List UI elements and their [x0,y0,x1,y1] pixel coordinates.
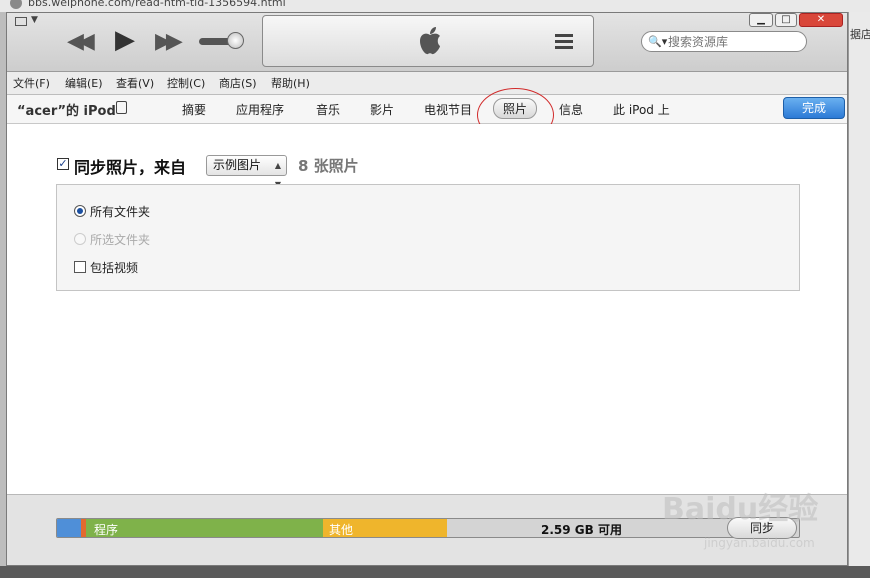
capacity-segment-audio [57,519,81,537]
search-box[interactable]: 🔍▾ [641,31,807,52]
list-view-icon[interactable] [555,34,573,50]
watermark-text: Baidu经验 [662,492,819,527]
menu-bar: 文件(F) 编辑(E) 查看(V) 控制(C) 商店(S) 帮助(H) [7,72,847,95]
photo-source-select[interactable]: 示例图片 ▲▼ [206,155,287,189]
chevron-down-icon[interactable]: ▼ [31,15,38,25]
search-icon: 🔍▾ [648,35,668,48]
capacity-segment-other: 其他 [323,519,447,537]
window-controls: ▁ □ ✕ [749,13,845,29]
minimize-button[interactable]: ▁ [749,13,773,27]
menu-controls[interactable]: 控制(C) [167,75,205,91]
all-folders-label: 所有文件夹 [90,205,151,219]
capacity-label-other: 其他 [329,523,354,537]
taskbar [0,566,870,578]
tab-summary[interactable]: 摘要 [182,101,206,118]
menu-store[interactable]: 商店(S) [219,75,257,91]
menu-edit[interactable]: 编辑(E) [65,75,103,91]
all-folders-radio[interactable] [74,205,86,217]
sync-photos-checkbox[interactable]: ✓ [57,158,69,170]
tab-music[interactable]: 音乐 [316,101,340,118]
sync-photos-label: 同步照片，来自 [74,158,187,177]
apple-logo-icon [420,27,440,55]
tab-tv-shows[interactable]: 电视节目 [424,101,472,118]
globe-icon [10,0,22,9]
selected-folders-radio[interactable] [74,233,86,245]
tab-on-this-ipod[interactable]: 此 iPod 上 [613,101,670,118]
player-toolbar: ▼ ◀◀ ▶ ▶▶ ▁ □ ✕ 🔍▾ [7,13,847,72]
photo-source-value: 示例图片 [213,158,262,172]
capacity-segment-apps: 程序 [86,519,323,537]
device-name: “acer”的 iPod [17,104,116,119]
capacity-label-apps: 程序 [94,523,119,537]
background-page-text: 据店铺 [850,28,870,41]
done-button[interactable]: 完成 [783,97,845,119]
capacity-free-label: 2.59 GB 可用 [541,523,622,537]
play-button[interactable]: ▶ [115,25,135,55]
browser-url[interactable]: bbs.weiphone.com/read-htm-tid-1356594.ht… [28,0,286,9]
menu-view[interactable]: 查看(V) [116,75,154,91]
tab-movies[interactable]: 影片 [370,101,394,118]
ipod-icon [116,101,127,114]
volume-knob[interactable] [227,32,244,49]
device-tab-bar: “acer”的 iPod 摘要 应用程序 音乐 影片 电视节目 照片 信息 此 … [7,95,847,124]
sidebar-toggle-icon[interactable] [15,17,27,26]
selected-folders-label: 所选文件夹 [90,233,151,247]
include-videos-label: 包括视频 [90,261,139,275]
menu-file[interactable]: 文件(F) [13,75,50,91]
maximize-button[interactable]: □ [775,13,797,27]
tab-info[interactable]: 信息 [559,101,583,118]
include-videos-checkbox[interactable] [74,261,86,273]
search-input[interactable] [668,33,802,50]
previous-track-button[interactable]: ◀◀ [67,29,95,54]
radio-selected-dot [77,208,83,214]
tab-apps[interactable]: 应用程序 [236,101,284,118]
close-button[interactable]: ✕ [799,13,843,27]
status-display [262,15,594,67]
watermark-url: jingyan.baidu.com [704,536,815,550]
photos-sync-pane: ✓ 同步照片，来自 示例图片 ▲▼ 8 张照片 所有文件夹 所选文件夹 包括视频 [7,124,847,494]
next-track-button[interactable]: ▶▶ [155,29,183,54]
sync-options-box: 所有文件夹 所选文件夹 包括视频 [56,184,800,291]
photo-count: 8 张照片 [298,157,359,175]
baidu-watermark: Baidu经验 jingyan.baidu.com [662,482,822,562]
menu-help[interactable]: 帮助(H) [271,75,310,91]
background-page-right [848,12,870,578]
